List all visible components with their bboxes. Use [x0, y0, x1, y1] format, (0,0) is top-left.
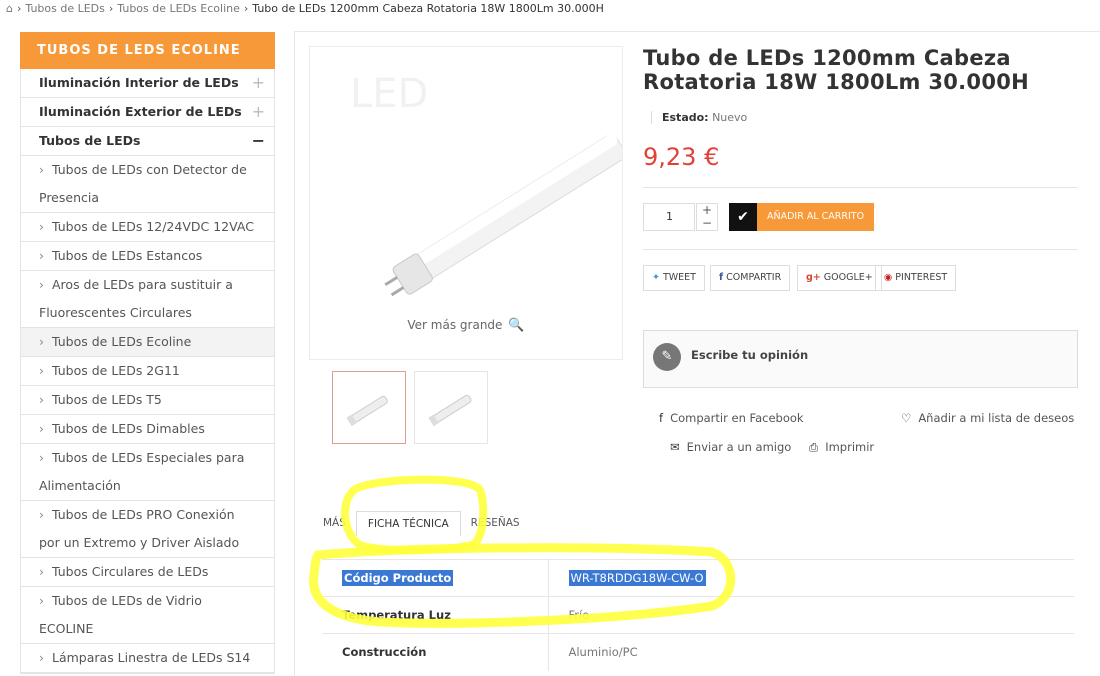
svg-text:LED: LED — [350, 71, 428, 117]
google-plus-button[interactable]: g+ GOOGLE+ — [797, 265, 882, 291]
check-icon: ✔ — [729, 203, 757, 231]
envelope-icon: ✉ — [670, 440, 680, 454]
sidebar-item-t5[interactable]: › Tubos de LEDs T5 — [21, 386, 274, 415]
printer-icon: ⎙ — [809, 440, 819, 454]
sidebar-item-exterior[interactable]: Iluminación Exterior de LEDs + — [21, 98, 274, 127]
chevron-right-icon: › — [39, 277, 44, 292]
chevron-right-icon: › — [39, 334, 44, 349]
chevron-right-icon: › — [39, 450, 44, 465]
chevron-right-icon: › — [39, 507, 44, 522]
sidebar-item-estancos[interactable]: › Tubos de LEDs Estancos — [21, 242, 274, 271]
facebook-icon: f — [719, 272, 724, 283]
thumbnail-image — [428, 394, 472, 427]
table-row: Construcción Aluminio/PC — [322, 633, 1074, 671]
spec-value: WR-T8RDDG18W-CW-O — [568, 570, 706, 586]
zoom-icon: 🔍 — [508, 318, 525, 333]
expand-plus-icon[interactable]: + — [252, 98, 265, 126]
quantity-input[interactable]: 1 — [643, 203, 695, 231]
twitter-icon: ✦ — [652, 272, 660, 283]
led-tube-image: LED — [350, 71, 622, 297]
pinterest-icon: ◉ — [884, 272, 893, 283]
sidebar-item-vidrio[interactable]: › Tubos de LEDs de Vidrio — [21, 587, 274, 615]
product-price: 9,23 € — [643, 143, 720, 171]
chevron-right-icon: › — [39, 363, 44, 378]
share-facebook-link[interactable]: f Compartir en Facebook — [659, 411, 804, 425]
facebook-icon: f — [659, 411, 664, 425]
chevron-right-icon: › — [39, 564, 44, 579]
spec-key: Código Producto — [342, 570, 454, 586]
table-row: Código Producto WR-T8RDDG18W-CW-O — [322, 559, 1074, 597]
spec-table: Código Producto WR-T8RDDG18W-CW-O Temper… — [322, 559, 1074, 671]
quantity-stepper[interactable]: + − — [696, 203, 718, 231]
sidebar-item-label: Tubos de LEDs — [39, 133, 141, 148]
thumbnail-image — [346, 395, 388, 427]
spec-key: Construcción — [322, 633, 549, 671]
sidebar-title: TUBOS DE LEDS ECOLINE — [20, 32, 275, 69]
expand-plus-icon[interactable]: + — [252, 69, 265, 97]
sidebar-item-12-24vdc[interactable]: › Tubos de LEDs 12/24VDC 12VAC — [21, 213, 274, 242]
thumbnail-1[interactable] — [332, 371, 406, 444]
facebook-share-button[interactable]: f COMPARTIR — [710, 265, 791, 291]
breadcrumb-link-tubos[interactable]: Tubos de LEDs — [25, 2, 105, 15]
pencil-icon: ✎ — [653, 343, 681, 371]
add-to-cart-button[interactable]: ✔ AÑADIR AL CARRITO — [729, 203, 875, 231]
sidebar-item-vidrio-cont[interactable]: ECOLINE — [21, 615, 274, 644]
sidebar-item-circulares[interactable]: › Tubos Circulares de LEDs — [21, 558, 274, 587]
sidebar-item-tubos[interactable]: Tubos de LEDs − — [21, 127, 274, 156]
sidebar-item-linestra[interactable]: › Lámparas Linestra de LEDs S14 — [21, 644, 274, 673]
sidebar-item-ecoline[interactable]: › Tubos de LEDs Ecoline — [21, 328, 274, 357]
sidebar-item-detector[interactable]: › Tubos de LEDs con Detector de — [21, 156, 274, 184]
breadcrumb-current: Tubo de LEDs 1200mm Cabeza Rotatoria 18W… — [252, 1, 604, 15]
product-image-box[interactable]: LED Ver más grande 🔍 — [309, 46, 623, 360]
send-to-friend-link[interactable]: ✉ Enviar a un amigo — [670, 440, 791, 454]
spec-key: Temperatura Luz — [322, 596, 549, 634]
tweet-button[interactable]: ✦ TWEET — [643, 265, 705, 291]
chevron-right-icon: › — [39, 421, 44, 436]
table-row: Temperatura Luz Frío — [322, 596, 1074, 634]
spec-value: Frío — [548, 596, 1074, 634]
zoom-link[interactable]: Ver más grande 🔍 — [310, 318, 622, 333]
sidebar-item-aros-cont[interactable]: Fluorescentes Circulares — [21, 299, 274, 328]
category-sidebar: TUBOS DE LEDS ECOLINE Iluminación Interi… — [20, 32, 275, 674]
chevron-right-icon: › — [39, 650, 44, 665]
sidebar-item-2g11[interactable]: › Tubos de LEDs 2G11 — [21, 357, 274, 386]
tab-mas[interactable]: MÁS — [313, 511, 356, 536]
collapse-minus-icon[interactable]: − — [252, 127, 265, 155]
print-link[interactable]: ⎙ Imprimir — [809, 440, 874, 455]
chevron-right-icon: › — [39, 392, 44, 407]
breadcrumb-link-ecoline[interactable]: Tubos de LEDs Ecoline — [117, 2, 240, 15]
write-review-box[interactable]: ✎ Escribe tu opinión — [643, 330, 1078, 388]
sidebar-item-detector-cont[interactable]: Presencia — [21, 184, 274, 213]
sidebar-item-label: Iluminación Exterior de LEDs — [39, 104, 242, 119]
minus-icon[interactable]: − — [697, 217, 717, 230]
sidebar-item-especiales[interactable]: › Tubos de LEDs Especiales para — [21, 444, 274, 472]
pinterest-button[interactable]: ◉ PINTEREST — [875, 265, 957, 291]
sidebar-item-interior[interactable]: Iluminación Interior de LEDs + — [21, 69, 274, 98]
product-tabs: MÁS FICHA TÉCNICA RESEÑAS — [313, 511, 530, 536]
heart-icon: ♡ — [901, 411, 912, 425]
add-to-wishlist-link[interactable]: ♡ Añadir a mi lista de deseos — [901, 411, 1074, 425]
sidebar-item-pro-cont[interactable]: por un Extremo y Driver Aislado — [21, 529, 274, 558]
chevron-right-icon: › — [39, 219, 44, 234]
product-condition: Estado: Nuevo — [651, 111, 747, 124]
breadcrumb: ⌂ › Tubos de LEDs › Tubos de LEDs Ecolin… — [6, 1, 604, 15]
category-list: Iluminación Interior de LEDs + Iluminació… — [20, 69, 275, 674]
chevron-right-icon: › — [39, 162, 44, 177]
sidebar-item-label: Iluminación Interior de LEDs — [39, 75, 239, 90]
home-icon[interactable]: ⌂ — [6, 2, 13, 15]
tab-resenas[interactable]: RESEÑAS — [461, 511, 530, 536]
product-title: Tubo de LEDs 1200mm Cabeza Rotatoria 18W… — [643, 46, 1030, 94]
spec-value: Aluminio/PC — [548, 633, 1074, 671]
sidebar-item-especiales-cont[interactable]: Alimentación — [21, 472, 274, 501]
chevron-right-icon: › — [39, 593, 44, 608]
sidebar-item-aros[interactable]: › Aros de LEDs para sustituir a — [21, 271, 274, 299]
divider — [643, 249, 1078, 250]
thumbnail-2[interactable] — [414, 371, 488, 444]
divider — [643, 187, 1078, 188]
chevron-right-icon: › — [39, 248, 44, 263]
sidebar-item-dimables[interactable]: › Tubos de LEDs Dimables — [21, 415, 274, 444]
tab-ficha-tecnica[interactable]: FICHA TÉCNICA — [355, 511, 461, 536]
sidebar-item-pro[interactable]: › Tubos de LEDs PRO Conexión — [21, 501, 274, 529]
google-plus-icon: g+ — [806, 272, 821, 283]
